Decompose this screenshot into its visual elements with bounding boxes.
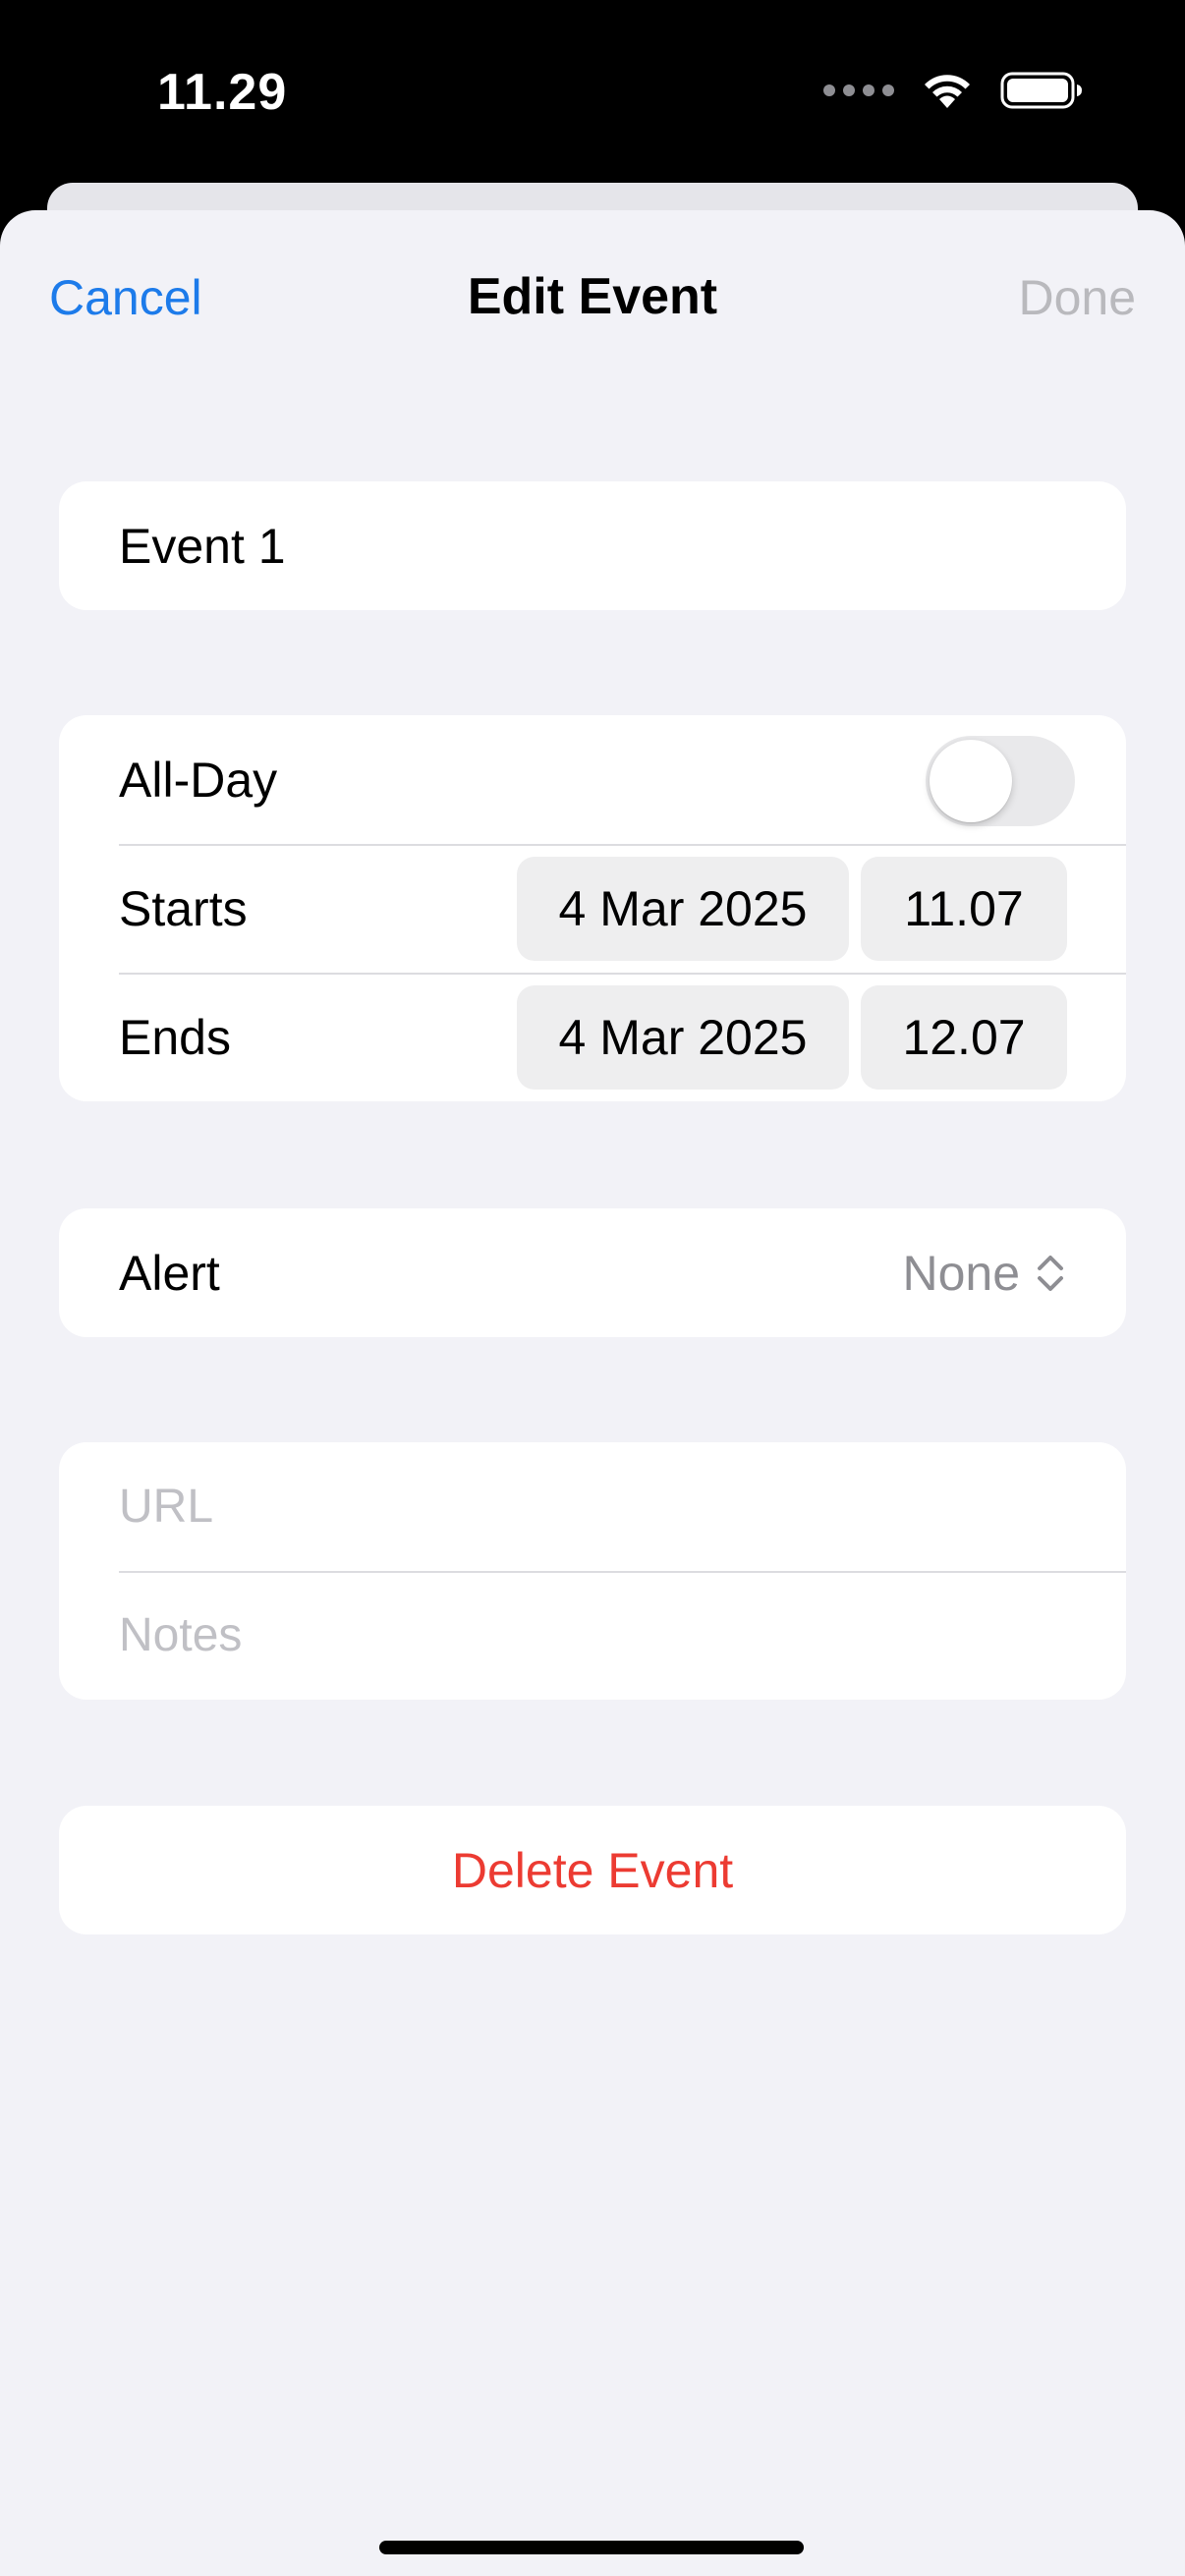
event-title-field[interactable]: Event 1 [59, 481, 1126, 610]
alert-card: Alert None [59, 1208, 1126, 1337]
start-time-button[interactable]: 11.07 [861, 857, 1067, 961]
end-date-button[interactable]: 4 Mar 2025 [517, 985, 849, 1090]
starts-row: Starts 4 Mar 2025 11.07 [59, 844, 1126, 973]
notes-placeholder: Notes [119, 1609, 243, 1661]
alert-row[interactable]: Alert None [59, 1208, 1126, 1337]
delete-card: Delete Event [59, 1806, 1126, 1934]
all-day-row: All-Day [59, 715, 1126, 844]
notes-field[interactable]: Notes [59, 1571, 1126, 1700]
title-card: Event 1 [59, 481, 1126, 610]
battery-icon [1000, 72, 1082, 109]
alert-picker[interactable]: None [902, 1208, 1067, 1337]
url-placeholder: URL [119, 1481, 214, 1533]
all-day-toggle[interactable] [926, 736, 1075, 826]
starts-label: Starts [119, 880, 248, 936]
start-date-button[interactable]: 4 Mar 2025 [517, 857, 849, 961]
status-icons [823, 71, 1083, 110]
end-time-button[interactable]: 12.07 [861, 985, 1067, 1090]
alert-value: None [902, 1245, 1020, 1301]
delete-event-label: Delete Event [451, 1842, 734, 1898]
done-button[interactable]: Done [1018, 269, 1136, 326]
event-title-value: Event 1 [119, 518, 286, 574]
ends-row: Ends 4 Mar 2025 12.07 [59, 973, 1126, 1101]
status-bar: 11.29 [0, 0, 1185, 187]
edit-event-sheet: Cancel Edit Event Done Event 1 All-Day S… [0, 210, 1185, 2576]
ends-label: Ends [119, 1009, 231, 1065]
date-card: All-Day Starts 4 Mar 2025 11.07 Ends 4 M… [59, 715, 1126, 1101]
page-title: Edit Event [467, 268, 718, 325]
toggle-knob [930, 740, 1012, 822]
alert-label: Alert [119, 1245, 220, 1301]
url-notes-card: URL Notes [59, 1442, 1126, 1700]
signal-dots-icon [823, 84, 894, 96]
delete-event-button[interactable]: Delete Event [59, 1806, 1126, 1934]
home-indicator[interactable] [379, 2541, 804, 2554]
status-time: 11.29 [157, 64, 288, 121]
url-field[interactable]: URL [59, 1442, 1126, 1571]
all-day-label: All-Day [119, 752, 278, 808]
chevron-up-down-icon [1038, 1255, 1063, 1291]
wifi-icon [925, 75, 970, 108]
